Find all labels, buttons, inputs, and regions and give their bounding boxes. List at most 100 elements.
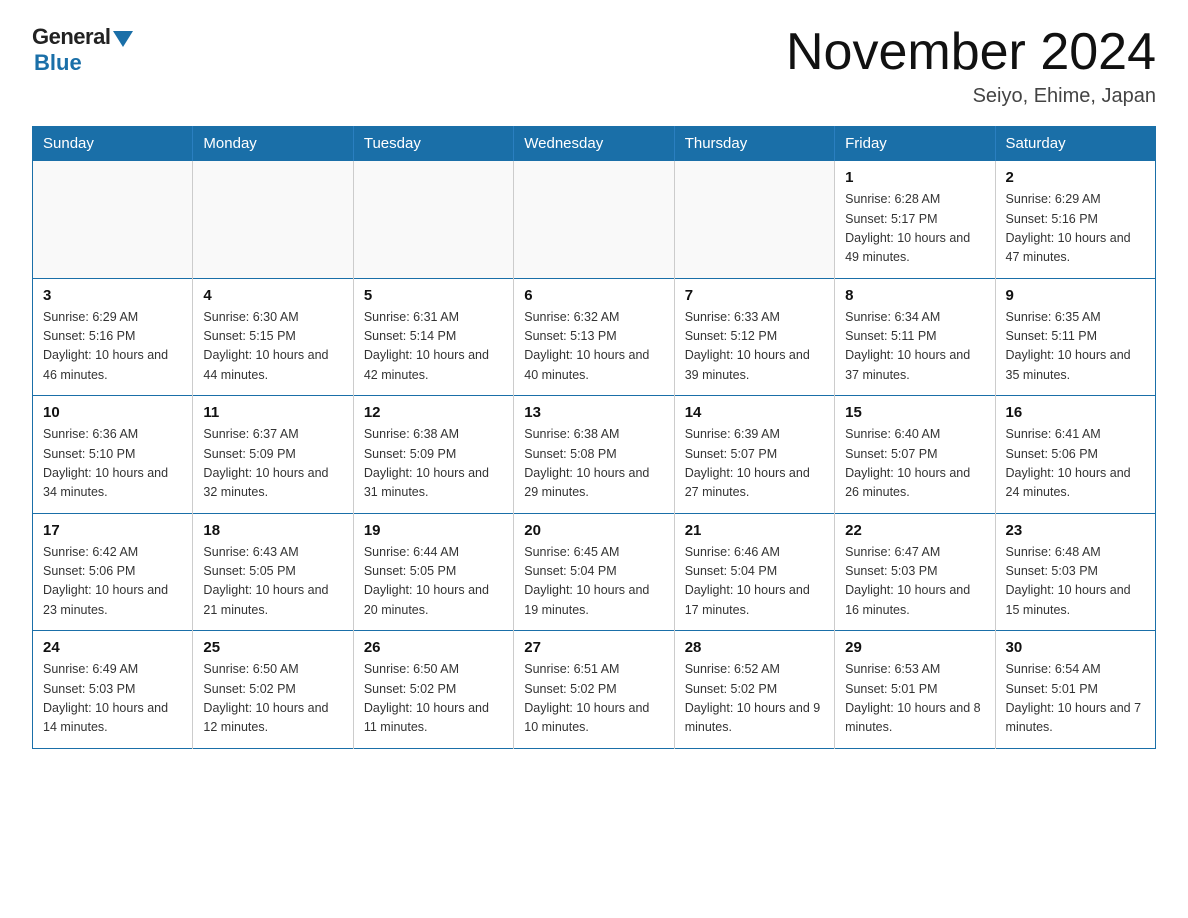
logo-blue-text: Blue bbox=[34, 50, 82, 76]
calendar-cell bbox=[353, 161, 513, 279]
day-info: Sunrise: 6:50 AMSunset: 5:02 PMDaylight:… bbox=[364, 660, 503, 738]
calendar-cell bbox=[674, 161, 834, 279]
day-number: 10 bbox=[43, 404, 182, 421]
day-number: 24 bbox=[43, 639, 182, 656]
calendar-week-row: 24 Sunrise: 6:49 AMSunset: 5:03 PMDayligh… bbox=[33, 631, 1156, 749]
calendar-cell bbox=[33, 161, 193, 279]
day-info: Sunrise: 6:29 AMSunset: 5:16 PMDaylight:… bbox=[1006, 190, 1145, 268]
day-info: Sunrise: 6:37 AMSunset: 5:09 PMDaylight:… bbox=[203, 425, 342, 503]
logo: General Blue bbox=[32, 24, 133, 76]
day-number: 23 bbox=[1006, 522, 1145, 539]
day-info: Sunrise: 6:45 AMSunset: 5:04 PMDaylight:… bbox=[524, 543, 663, 621]
calendar-cell: 23 Sunrise: 6:48 AMSunset: 5:03 PMDayligh… bbox=[995, 513, 1155, 631]
day-info: Sunrise: 6:42 AMSunset: 5:06 PMDaylight:… bbox=[43, 543, 182, 621]
day-number: 5 bbox=[364, 287, 503, 304]
day-info: Sunrise: 6:32 AMSunset: 5:13 PMDaylight:… bbox=[524, 308, 663, 386]
calendar-cell: 20 Sunrise: 6:45 AMSunset: 5:04 PMDayligh… bbox=[514, 513, 674, 631]
weekday-header-monday: Monday bbox=[193, 127, 353, 161]
day-number: 14 bbox=[685, 404, 824, 421]
day-info: Sunrise: 6:50 AMSunset: 5:02 PMDaylight:… bbox=[203, 660, 342, 738]
logo-triangle-icon bbox=[113, 31, 133, 47]
calendar-week-row: 3 Sunrise: 6:29 AMSunset: 5:16 PMDaylight… bbox=[33, 278, 1156, 396]
day-number: 19 bbox=[364, 522, 503, 539]
day-info: Sunrise: 6:36 AMSunset: 5:10 PMDaylight:… bbox=[43, 425, 182, 503]
day-info: Sunrise: 6:46 AMSunset: 5:04 PMDaylight:… bbox=[685, 543, 824, 621]
day-number: 29 bbox=[845, 639, 984, 656]
calendar-cell: 19 Sunrise: 6:44 AMSunset: 5:05 PMDayligh… bbox=[353, 513, 513, 631]
calendar-cell bbox=[193, 161, 353, 279]
day-number: 16 bbox=[1006, 404, 1145, 421]
day-number: 6 bbox=[524, 287, 663, 304]
day-info: Sunrise: 6:48 AMSunset: 5:03 PMDaylight:… bbox=[1006, 543, 1145, 621]
calendar-cell: 16 Sunrise: 6:41 AMSunset: 5:06 PMDayligh… bbox=[995, 396, 1155, 514]
weekday-header-friday: Friday bbox=[835, 127, 995, 161]
calendar-cell: 11 Sunrise: 6:37 AMSunset: 5:09 PMDayligh… bbox=[193, 396, 353, 514]
calendar-table: SundayMondayTuesdayWednesdayThursdayFrid… bbox=[32, 126, 1156, 749]
day-info: Sunrise: 6:38 AMSunset: 5:08 PMDaylight:… bbox=[524, 425, 663, 503]
day-info: Sunrise: 6:29 AMSunset: 5:16 PMDaylight:… bbox=[43, 308, 182, 386]
calendar-cell: 8 Sunrise: 6:34 AMSunset: 5:11 PMDaylight… bbox=[835, 278, 995, 396]
day-info: Sunrise: 6:49 AMSunset: 5:03 PMDaylight:… bbox=[43, 660, 182, 738]
day-number: 7 bbox=[685, 287, 824, 304]
weekday-header-sunday: Sunday bbox=[33, 127, 193, 161]
day-info: Sunrise: 6:53 AMSunset: 5:01 PMDaylight:… bbox=[845, 660, 984, 738]
day-info: Sunrise: 6:30 AMSunset: 5:15 PMDaylight:… bbox=[203, 308, 342, 386]
calendar-cell: 28Sunrise: 6:52 AMSunset: 5:02 PMDayligh… bbox=[674, 631, 834, 749]
day-number: 15 bbox=[845, 404, 984, 421]
day-number: 1 bbox=[845, 169, 984, 186]
calendar-cell: 9Sunrise: 6:35 AMSunset: 5:11 PMDaylight… bbox=[995, 278, 1155, 396]
day-number: 22 bbox=[845, 522, 984, 539]
day-number: 8 bbox=[845, 287, 984, 304]
day-info: Sunrise: 6:38 AMSunset: 5:09 PMDaylight:… bbox=[364, 425, 503, 503]
calendar-week-row: 17 Sunrise: 6:42 AMSunset: 5:06 PMDayligh… bbox=[33, 513, 1156, 631]
calendar-cell: 22 Sunrise: 6:47 AMSunset: 5:03 PMDayligh… bbox=[835, 513, 995, 631]
day-number: 2 bbox=[1006, 169, 1145, 186]
day-number: 18 bbox=[203, 522, 342, 539]
calendar-cell: 27Sunrise: 6:51 AMSunset: 5:02 PMDayligh… bbox=[514, 631, 674, 749]
calendar-cell: 18Sunrise: 6:43 AMSunset: 5:05 PMDayligh… bbox=[193, 513, 353, 631]
day-info: Sunrise: 6:33 AMSunset: 5:12 PMDaylight:… bbox=[685, 308, 824, 386]
calendar-cell: 21 Sunrise: 6:46 AMSunset: 5:04 PMDayligh… bbox=[674, 513, 834, 631]
calendar-cell: 29 Sunrise: 6:53 AMSunset: 5:01 PMDayligh… bbox=[835, 631, 995, 749]
day-info: Sunrise: 6:40 AMSunset: 5:07 PMDaylight:… bbox=[845, 425, 984, 503]
day-info: Sunrise: 6:54 AMSunset: 5:01 PMDaylight:… bbox=[1006, 660, 1145, 738]
day-info: Sunrise: 6:28 AMSunset: 5:17 PMDaylight:… bbox=[845, 190, 984, 268]
day-info: Sunrise: 6:41 AMSunset: 5:06 PMDaylight:… bbox=[1006, 425, 1145, 503]
day-info: Sunrise: 6:39 AMSunset: 5:07 PMDaylight:… bbox=[685, 425, 824, 503]
calendar-cell: 13Sunrise: 6:38 AMSunset: 5:08 PMDayligh… bbox=[514, 396, 674, 514]
title-block: November 2024 Seiyo, Ehime, Japan bbox=[786, 24, 1156, 108]
calendar-cell: 4Sunrise: 6:30 AMSunset: 5:15 PMDaylight… bbox=[193, 278, 353, 396]
location-subtitle: Seiyo, Ehime, Japan bbox=[786, 85, 1156, 108]
day-number: 17 bbox=[43, 522, 182, 539]
day-number: 30 bbox=[1006, 639, 1145, 656]
page-header: General Blue November 2024 Seiyo, Ehime,… bbox=[32, 24, 1156, 108]
day-info: Sunrise: 6:44 AMSunset: 5:05 PMDaylight:… bbox=[364, 543, 503, 621]
calendar-cell: 26Sunrise: 6:50 AMSunset: 5:02 PMDayligh… bbox=[353, 631, 513, 749]
day-number: 27 bbox=[524, 639, 663, 656]
calendar-week-row: 1 Sunrise: 6:28 AMSunset: 5:17 PMDaylight… bbox=[33, 161, 1156, 279]
calendar-week-row: 10 Sunrise: 6:36 AMSunset: 5:10 PMDayligh… bbox=[33, 396, 1156, 514]
calendar-cell: 12 Sunrise: 6:38 AMSunset: 5:09 PMDayligh… bbox=[353, 396, 513, 514]
weekday-header-wednesday: Wednesday bbox=[514, 127, 674, 161]
day-info: Sunrise: 6:34 AMSunset: 5:11 PMDaylight:… bbox=[845, 308, 984, 386]
calendar-cell: 2 Sunrise: 6:29 AMSunset: 5:16 PMDaylight… bbox=[995, 161, 1155, 279]
calendar-cell: 3 Sunrise: 6:29 AMSunset: 5:16 PMDaylight… bbox=[33, 278, 193, 396]
day-number: 21 bbox=[685, 522, 824, 539]
day-number: 20 bbox=[524, 522, 663, 539]
day-info: Sunrise: 6:47 AMSunset: 5:03 PMDaylight:… bbox=[845, 543, 984, 621]
day-number: 3 bbox=[43, 287, 182, 304]
calendar-cell: 17 Sunrise: 6:42 AMSunset: 5:06 PMDayligh… bbox=[33, 513, 193, 631]
calendar-cell bbox=[514, 161, 674, 279]
day-number: 28 bbox=[685, 639, 824, 656]
day-number: 12 bbox=[364, 404, 503, 421]
day-number: 9 bbox=[1006, 287, 1145, 304]
month-year-title: November 2024 bbox=[786, 24, 1156, 81]
calendar-cell: 7 Sunrise: 6:33 AMSunset: 5:12 PMDaylight… bbox=[674, 278, 834, 396]
calendar-cell: 1 Sunrise: 6:28 AMSunset: 5:17 PMDaylight… bbox=[835, 161, 995, 279]
day-info: Sunrise: 6:31 AMSunset: 5:14 PMDaylight:… bbox=[364, 308, 503, 386]
calendar-cell: 25 Sunrise: 6:50 AMSunset: 5:02 PMDayligh… bbox=[193, 631, 353, 749]
weekday-header-saturday: Saturday bbox=[995, 127, 1155, 161]
day-number: 25 bbox=[203, 639, 342, 656]
day-number: 11 bbox=[203, 404, 342, 421]
calendar-cell: 30 Sunrise: 6:54 AMSunset: 5:01 PMDayligh… bbox=[995, 631, 1155, 749]
